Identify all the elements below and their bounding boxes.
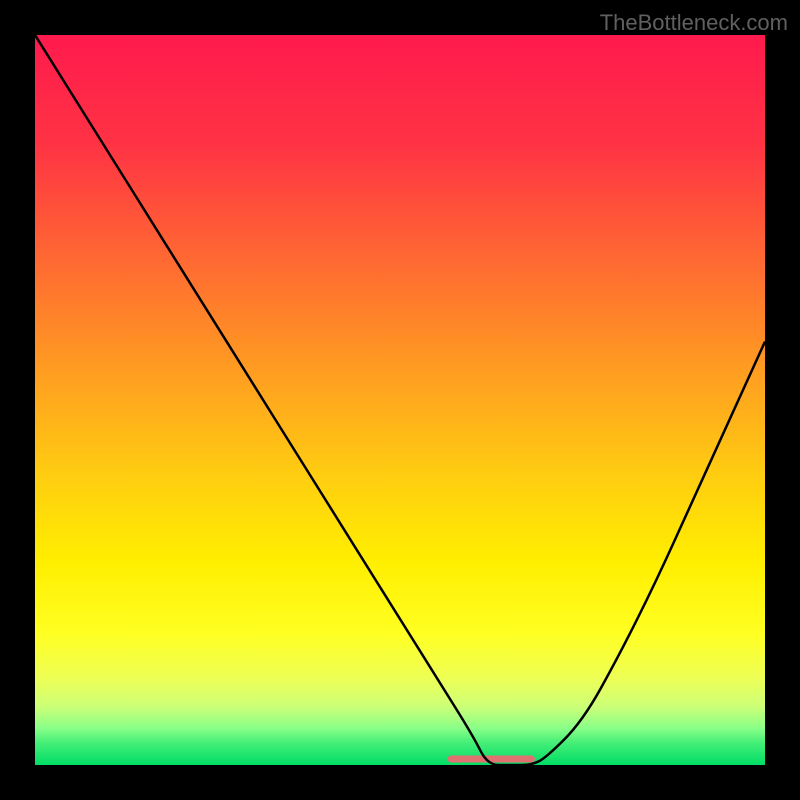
plot-area bbox=[35, 35, 765, 765]
chart-container: TheBottleneck.com bbox=[0, 0, 800, 800]
bottleneck-curve bbox=[35, 35, 765, 765]
curve-overlay bbox=[35, 35, 765, 765]
watermark-text: TheBottleneck.com bbox=[600, 10, 788, 36]
